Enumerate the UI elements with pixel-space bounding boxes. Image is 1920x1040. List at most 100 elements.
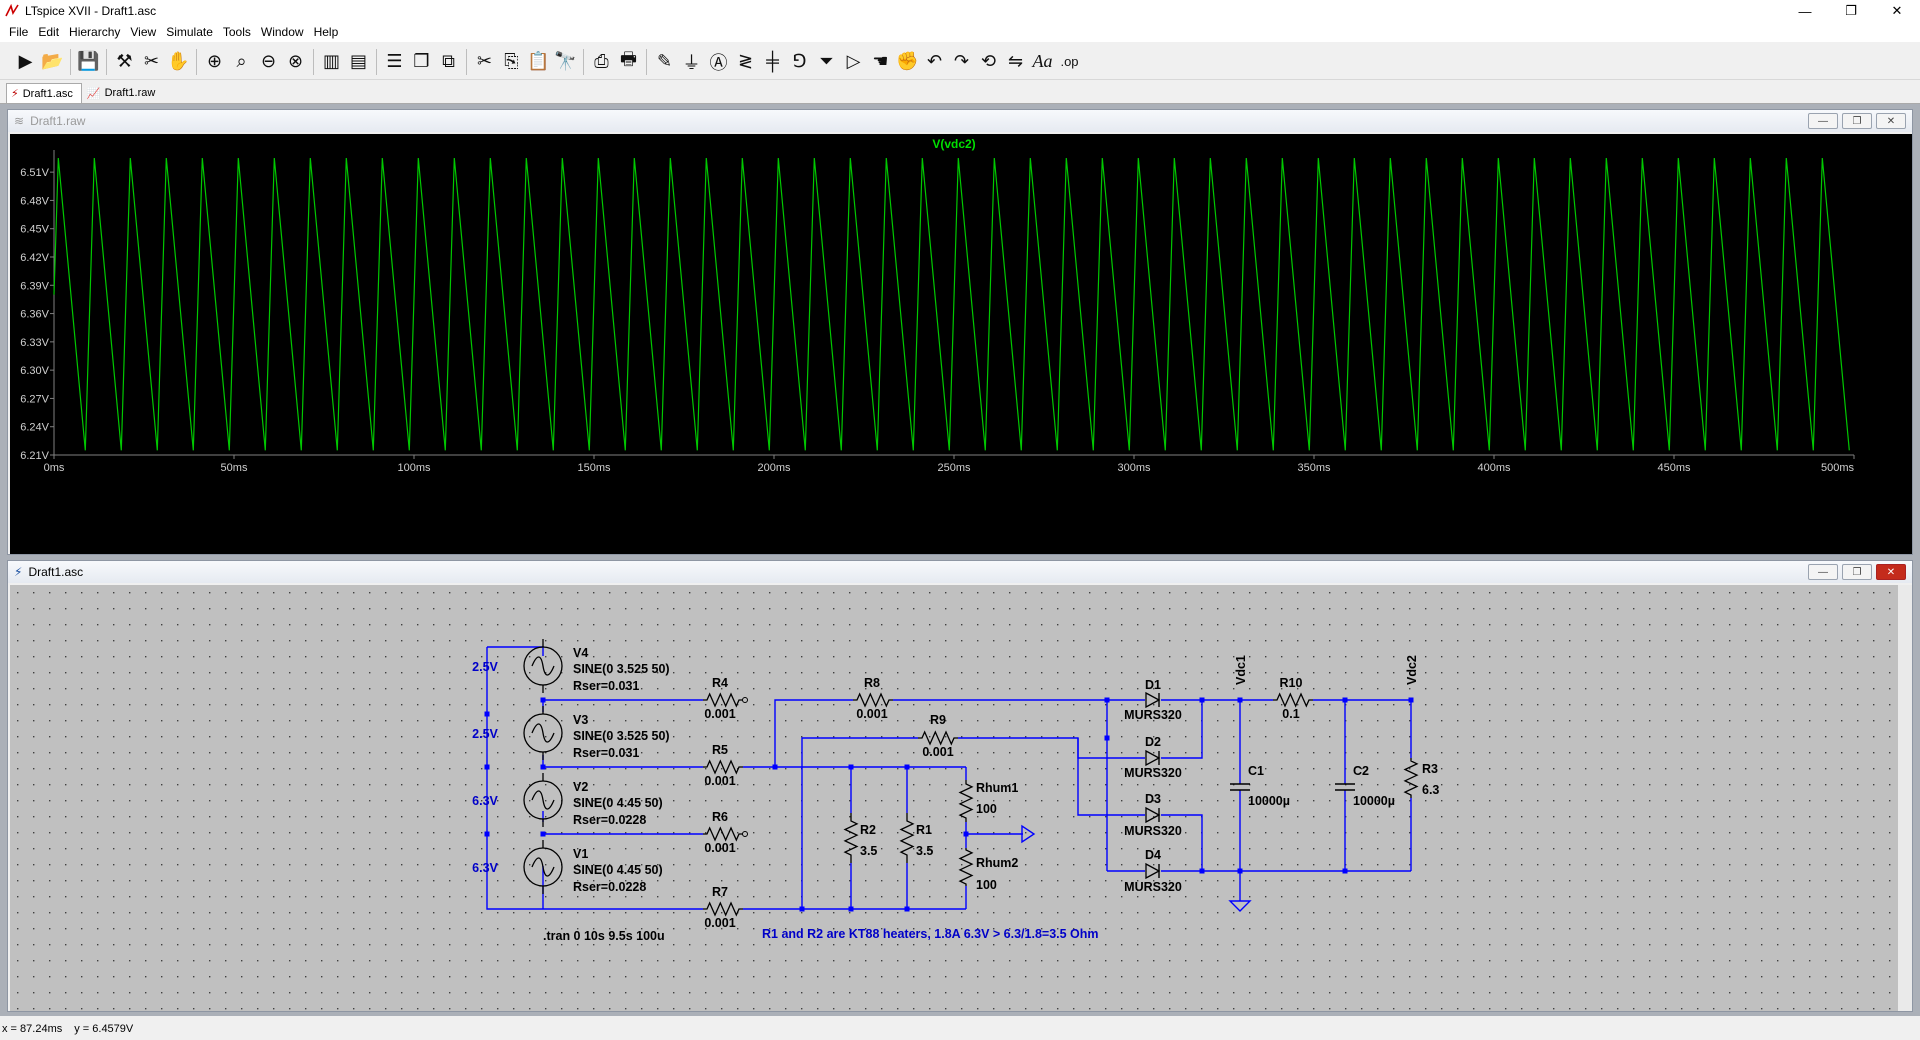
inductor-icon[interactable]: ⅁ [786, 48, 813, 76]
x-tick-label: 500ms [1821, 462, 1855, 474]
waveform-close-button[interactable]: ✕ [1876, 113, 1906, 129]
zoom-area-icon[interactable]: ⌕ [228, 48, 255, 76]
diode-model-d2: MURS320 [1124, 766, 1182, 780]
x-tick-label: 400ms [1477, 462, 1511, 474]
run-icon[interactable]: ▶ [12, 48, 39, 76]
diode-model-d1: MURS320 [1124, 708, 1182, 722]
print-setup-icon[interactable]: 🖶 [615, 48, 642, 76]
wire-icon[interactable]: ✎ [651, 48, 678, 76]
schematic-close-button[interactable]: ✕ [1876, 564, 1906, 580]
ground-icon[interactable]: ⏚ [678, 48, 705, 76]
print-icon[interactable]: ⎙ [588, 48, 615, 76]
y-tick-label: 6.33V [20, 337, 49, 349]
resistor-value-r6: 0.001 [704, 841, 735, 855]
resistor-icon[interactable]: ≷ [732, 48, 759, 76]
halt-icon[interactable]: ✂ [138, 48, 165, 76]
voltage-label-v2: 6.3V [472, 794, 498, 808]
schematic-window-titlebar: ⚡ Draft1.asc — ❐ ✕ [8, 561, 1912, 583]
rotate-icon[interactable]: ⟲ [975, 48, 1002, 76]
menu-window[interactable]: Window [256, 25, 309, 39]
resistor-name-r5: R5 [712, 743, 728, 757]
menu-hierarchy[interactable]: Hierarchy [64, 25, 125, 39]
waveform-icon: ≋ [14, 114, 25, 128]
mirror-icon[interactable]: ⇋ [1002, 48, 1029, 76]
source-rser-v4: Rser=0.031 [573, 679, 639, 693]
autorange-icon[interactable]: ▥ [318, 48, 345, 76]
pan-hand-icon[interactable]: ✋ [165, 48, 192, 76]
diode-model-d4: MURS320 [1124, 880, 1182, 894]
y-tick-label: 6.21V [20, 450, 49, 462]
schematic-minimize-button[interactable]: — [1808, 564, 1838, 580]
menu-tools[interactable]: Tools [218, 25, 256, 39]
label-icon[interactable]: Ⓐ [705, 48, 732, 76]
capacitor-name-c1: C1 [1248, 764, 1264, 778]
menu-file[interactable]: File [4, 25, 33, 39]
cascade-icon[interactable]: ❐ [408, 48, 435, 76]
x-tick-label: 450ms [1657, 462, 1691, 474]
redo-icon[interactable]: ↷ [948, 48, 975, 76]
source-name-v4: V4 [573, 646, 588, 660]
junction-dot [963, 831, 969, 837]
diode-name-d1: D1 [1145, 678, 1161, 692]
x-tick-label: 350ms [1297, 462, 1331, 474]
paste-icon[interactable]: 📋 [525, 48, 552, 76]
junction-dot [540, 764, 546, 770]
junction-dot [1237, 868, 1243, 874]
y-tick-label: 6.24V [20, 422, 49, 434]
move-icon[interactable]: ☚ [867, 48, 894, 76]
schematic-vertical-scrollbar[interactable] [1898, 585, 1912, 1011]
tab-draft1-raw[interactable]: 📈 Draft1.raw [82, 83, 164, 103]
waveform-window: ≋ Draft1.raw — ❐ ✕ V(vdc2) 6.51V 6.48V 6.45… [7, 109, 1913, 555]
copy-icon[interactable]: ⎘ [498, 48, 525, 76]
text-icon[interactable]: Aa [1029, 48, 1056, 76]
source-rser-v2: Rser=0.0228 [573, 813, 646, 827]
schematic-icon: ⚡ [14, 565, 23, 579]
delete-trace-icon[interactable]: ▤ [345, 48, 372, 76]
diode-icon[interactable]: ⏷ [813, 48, 840, 76]
open-icon[interactable]: 📂 [39, 48, 66, 76]
close-windows-icon[interactable]: ⧉ [435, 48, 462, 76]
schematic-restore-button[interactable]: ❐ [1842, 564, 1872, 580]
capacitor-icon[interactable]: ╪ [759, 48, 786, 76]
cut-icon[interactable]: ✂ [471, 48, 498, 76]
waveform-restore-button[interactable]: ❐ [1842, 113, 1872, 129]
junction-dot [484, 764, 490, 770]
resistor-value-r8: 0.001 [856, 707, 887, 721]
control-panel-icon[interactable]: ⚒ [111, 48, 138, 76]
resistor-value-r2: 3.5 [860, 844, 877, 858]
save-icon[interactable]: 💾 [75, 48, 102, 76]
zoom-out-icon[interactable]: ⊖ [255, 48, 282, 76]
junction-dot [799, 906, 805, 912]
find-icon[interactable]: 🔭 [552, 48, 579, 76]
waveform-window-titlebar: ≋ Draft1.raw — ❐ ✕ [8, 110, 1912, 132]
junction-dot [1342, 868, 1348, 874]
tab-draft1-asc[interactable]: ⚡ Draft1.asc [6, 83, 82, 103]
junction-dot [540, 831, 546, 837]
tile-horizontal-icon[interactable]: ☰ [381, 48, 408, 76]
component-icon[interactable]: ▷ [840, 48, 867, 76]
zoom-fit-icon[interactable]: ⊗ [282, 48, 309, 76]
diode-name-d2: D2 [1145, 735, 1161, 749]
minimize-button[interactable]: — [1782, 0, 1828, 22]
toolbar-divider [646, 48, 647, 75]
waveform-minimize-button[interactable]: — [1808, 113, 1838, 129]
schematic-window: ⚡ Draft1.asc — ❐ ✕ R4 0.001 R5 0.001 R6 0.001… [7, 560, 1913, 1012]
undo-icon[interactable]: ↶ [921, 48, 948, 76]
maximize-button[interactable]: ❐ [1828, 0, 1874, 22]
menu-edit[interactable]: Edit [33, 25, 64, 39]
waveform-plot[interactable]: V(vdc2) 6.51V 6.48V 6.45V 6.42V 6.39V 6.36V 6.3… [10, 134, 1912, 554]
menu-view[interactable]: View [125, 25, 161, 39]
window-title: LTspice XVII - Draft1.asc [25, 4, 157, 18]
toolbar-divider [70, 48, 71, 75]
tab-label: Draft1.asc [22, 87, 73, 100]
spice-directive-icon[interactable]: .op [1056, 48, 1083, 76]
menu-simulate[interactable]: Simulate [161, 25, 218, 39]
schematic-canvas[interactable]: R4 0.001 R5 0.001 R6 0.001 R7 0.001 R8 0.001 R9 0.0… [10, 585, 1900, 1011]
source-rser-v1: Rser=0.0228 [573, 880, 646, 894]
drag-icon[interactable]: ✊ [894, 48, 921, 76]
close-button[interactable]: ✕ [1874, 0, 1920, 22]
y-tick-label: 6.27V [20, 393, 49, 405]
source-function-v1: SINE(0 4.45 50) [573, 863, 663, 877]
menu-help[interactable]: Help [309, 25, 344, 39]
zoom-in-icon[interactable]: ⊕ [201, 48, 228, 76]
